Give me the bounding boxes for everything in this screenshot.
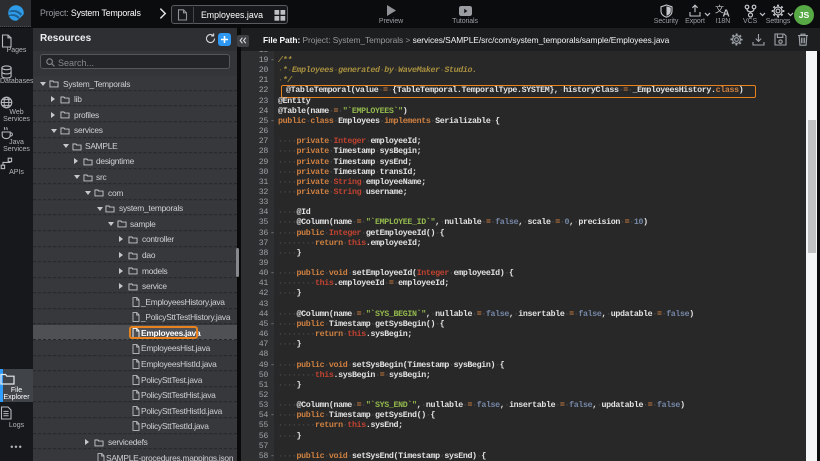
svg-text:A: A (723, 9, 730, 18)
